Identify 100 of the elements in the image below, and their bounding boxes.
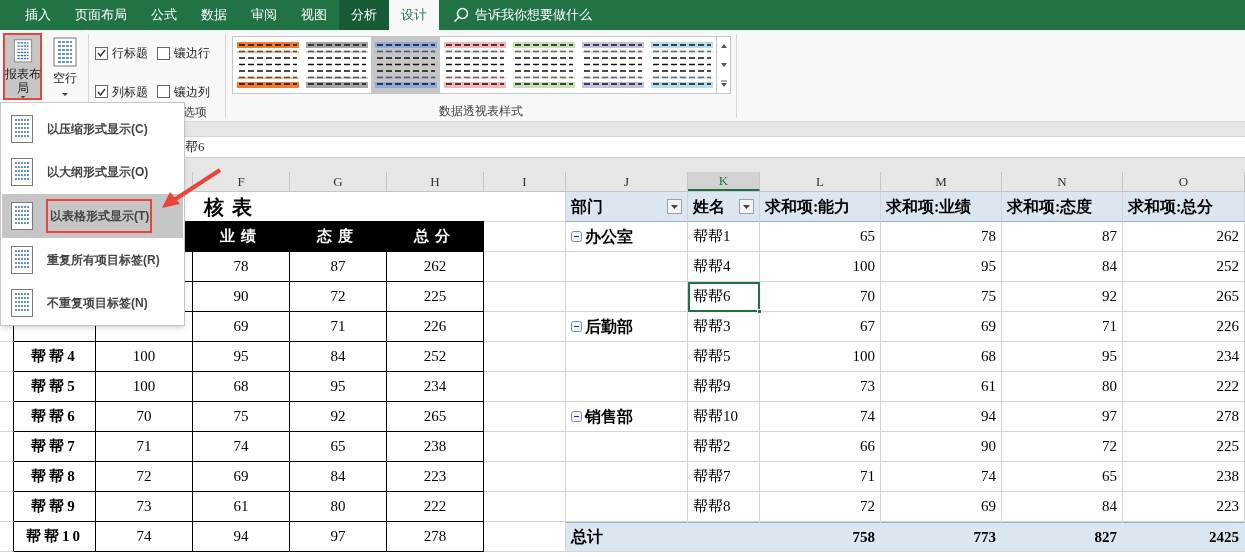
- group-label: 数据透视表样式: [439, 103, 523, 120]
- checkbox[interactable]: [95, 46, 108, 60]
- ribbon-tab[interactable]: 数据: [189, 0, 239, 30]
- checkbox[interactable]: [157, 46, 170, 60]
- fill-handle[interactable]: [757, 309, 762, 314]
- table-cell: 84: [290, 342, 387, 372]
- checkbox-label[interactable]: 镶边列: [174, 82, 210, 101]
- ribbon-tab[interactable]: 分析: [339, 0, 389, 30]
- pivot-cell: 238: [1123, 462, 1245, 492]
- table-cell: 69: [193, 462, 290, 492]
- empty-cell: [0, 522, 14, 552]
- name-cell: 帮帮8: [14, 462, 96, 492]
- menu-item[interactable]: 不重复项目标签(N): [2, 281, 183, 325]
- name-cell: 帮帮7: [688, 462, 760, 492]
- table-cell: 222: [387, 492, 484, 522]
- pivot-cell: 226: [1123, 312, 1245, 342]
- search-icon: [453, 7, 469, 23]
- table-cell: 73: [96, 492, 193, 522]
- scroll-down-icon: [718, 61, 729, 69]
- table-style-swatch[interactable]: [371, 37, 440, 93]
- caret-icon: [19, 95, 26, 98]
- pivot-cell: 65: [1002, 462, 1123, 492]
- table-cell: 87: [290, 252, 387, 282]
- group-label: 选项: [182, 104, 208, 121]
- pivot-cell: 95: [1002, 342, 1123, 372]
- ribbon-tab[interactable]: 公式: [139, 0, 189, 30]
- menu-item[interactable]: 重复所有项目标签(R): [2, 237, 183, 282]
- table-cell: 75: [193, 402, 290, 432]
- filter-dropdown-icon[interactable]: [739, 199, 754, 214]
- layout-icon: [11, 202, 33, 230]
- empty-cell: [0, 372, 14, 402]
- table-cell: 223: [387, 462, 484, 492]
- pivot-cell: 68: [881, 342, 1002, 372]
- table-cell: 69: [193, 312, 290, 342]
- layout-icon: [11, 158, 33, 187]
- column-header[interactable]: K: [688, 172, 760, 191]
- empty-cell: [0, 462, 14, 492]
- table-cell: 71: [96, 432, 193, 462]
- ribbon-tab[interactable]: 设计: [389, 0, 439, 30]
- pivot-cell: 252: [1123, 252, 1245, 282]
- pivot-cell: 71: [1002, 312, 1123, 342]
- column-header[interactable]: F: [193, 172, 290, 191]
- name-cell: 帮帮1: [688, 222, 760, 252]
- table-cell: 95: [290, 372, 387, 402]
- name-cell: 帮帮10: [14, 522, 96, 552]
- pivot-cell: 278: [1123, 402, 1245, 432]
- formula-value[interactable]: 帮6: [185, 137, 205, 157]
- table-cell: 95: [193, 342, 290, 372]
- pivot-cell: 70: [760, 282, 881, 312]
- column-header[interactable]: I: [484, 172, 566, 191]
- collapse-icon[interactable]: [571, 321, 582, 332]
- table-cell: 265: [387, 402, 484, 432]
- pivot-cell: 90: [881, 432, 1002, 462]
- column-heading: 态度: [290, 222, 387, 252]
- table-layout-icon: [53, 37, 77, 67]
- column-header[interactable]: M: [881, 172, 1002, 191]
- table-cell: 70: [96, 402, 193, 432]
- column-header[interactable]: N: [1002, 172, 1123, 191]
- checkbox-label[interactable]: 行标题: [112, 44, 148, 63]
- column-header[interactable]: O: [1123, 172, 1245, 191]
- pivot-cell: 61: [881, 372, 1002, 402]
- empty-cell: [0, 402, 14, 432]
- column-header[interactable]: G: [290, 172, 387, 191]
- collapse-icon[interactable]: [571, 231, 582, 242]
- caret-icon: [62, 93, 68, 96]
- ribbon-tab[interactable]: 插入: [13, 0, 63, 30]
- checkbox-label[interactable]: 列标题: [112, 82, 148, 101]
- total-cell: 2425: [1123, 522, 1245, 552]
- table-cell: 252: [387, 342, 484, 372]
- menu-item[interactable]: 以表格形式显示(T): [2, 194, 183, 238]
- menu-item[interactable]: 以大纲形式显示(O): [2, 150, 183, 195]
- pivot-cell: 84: [1002, 252, 1123, 282]
- pivot-cell: 97: [1002, 402, 1123, 432]
- header-label: 部门: [571, 196, 603, 217]
- ribbon-tab[interactable]: 视图: [289, 0, 339, 30]
- table-cell: 100: [96, 342, 193, 372]
- total-label: 总计: [566, 522, 688, 552]
- search-placeholder[interactable]: 告诉我你想要做什么: [475, 5, 592, 25]
- ribbon-tab[interactable]: 审阅: [239, 0, 289, 30]
- pivot-cell: 262: [1123, 222, 1245, 252]
- table-cell: 71: [290, 312, 387, 342]
- menu-item[interactable]: 以压缩形式显示(C): [2, 107, 183, 151]
- pivot-cell: 78: [881, 222, 1002, 252]
- checkbox[interactable]: [157, 85, 170, 99]
- pivot-cell: 67: [760, 312, 881, 342]
- checkbox[interactable]: [95, 85, 108, 99]
- table-cell: 262: [387, 252, 484, 282]
- filter-dropdown-icon[interactable]: [667, 199, 682, 214]
- table-cell: 90: [193, 282, 290, 312]
- blank-rows-button[interactable]: 空行: [46, 33, 84, 100]
- column-header[interactable]: H: [387, 172, 484, 191]
- name-cell: 帮帮9: [688, 372, 760, 402]
- table-cell: 278: [387, 522, 484, 552]
- collapse-icon[interactable]: [571, 411, 582, 422]
- pivot-cell: 222: [1123, 372, 1245, 402]
- pivot-cell: 73: [760, 372, 881, 402]
- column-header[interactable]: L: [760, 172, 881, 191]
- empty-cell: [0, 492, 14, 522]
- checkbox-label[interactable]: 镶边行: [174, 44, 210, 63]
- ribbon-tab[interactable]: 页面布局: [63, 0, 139, 30]
